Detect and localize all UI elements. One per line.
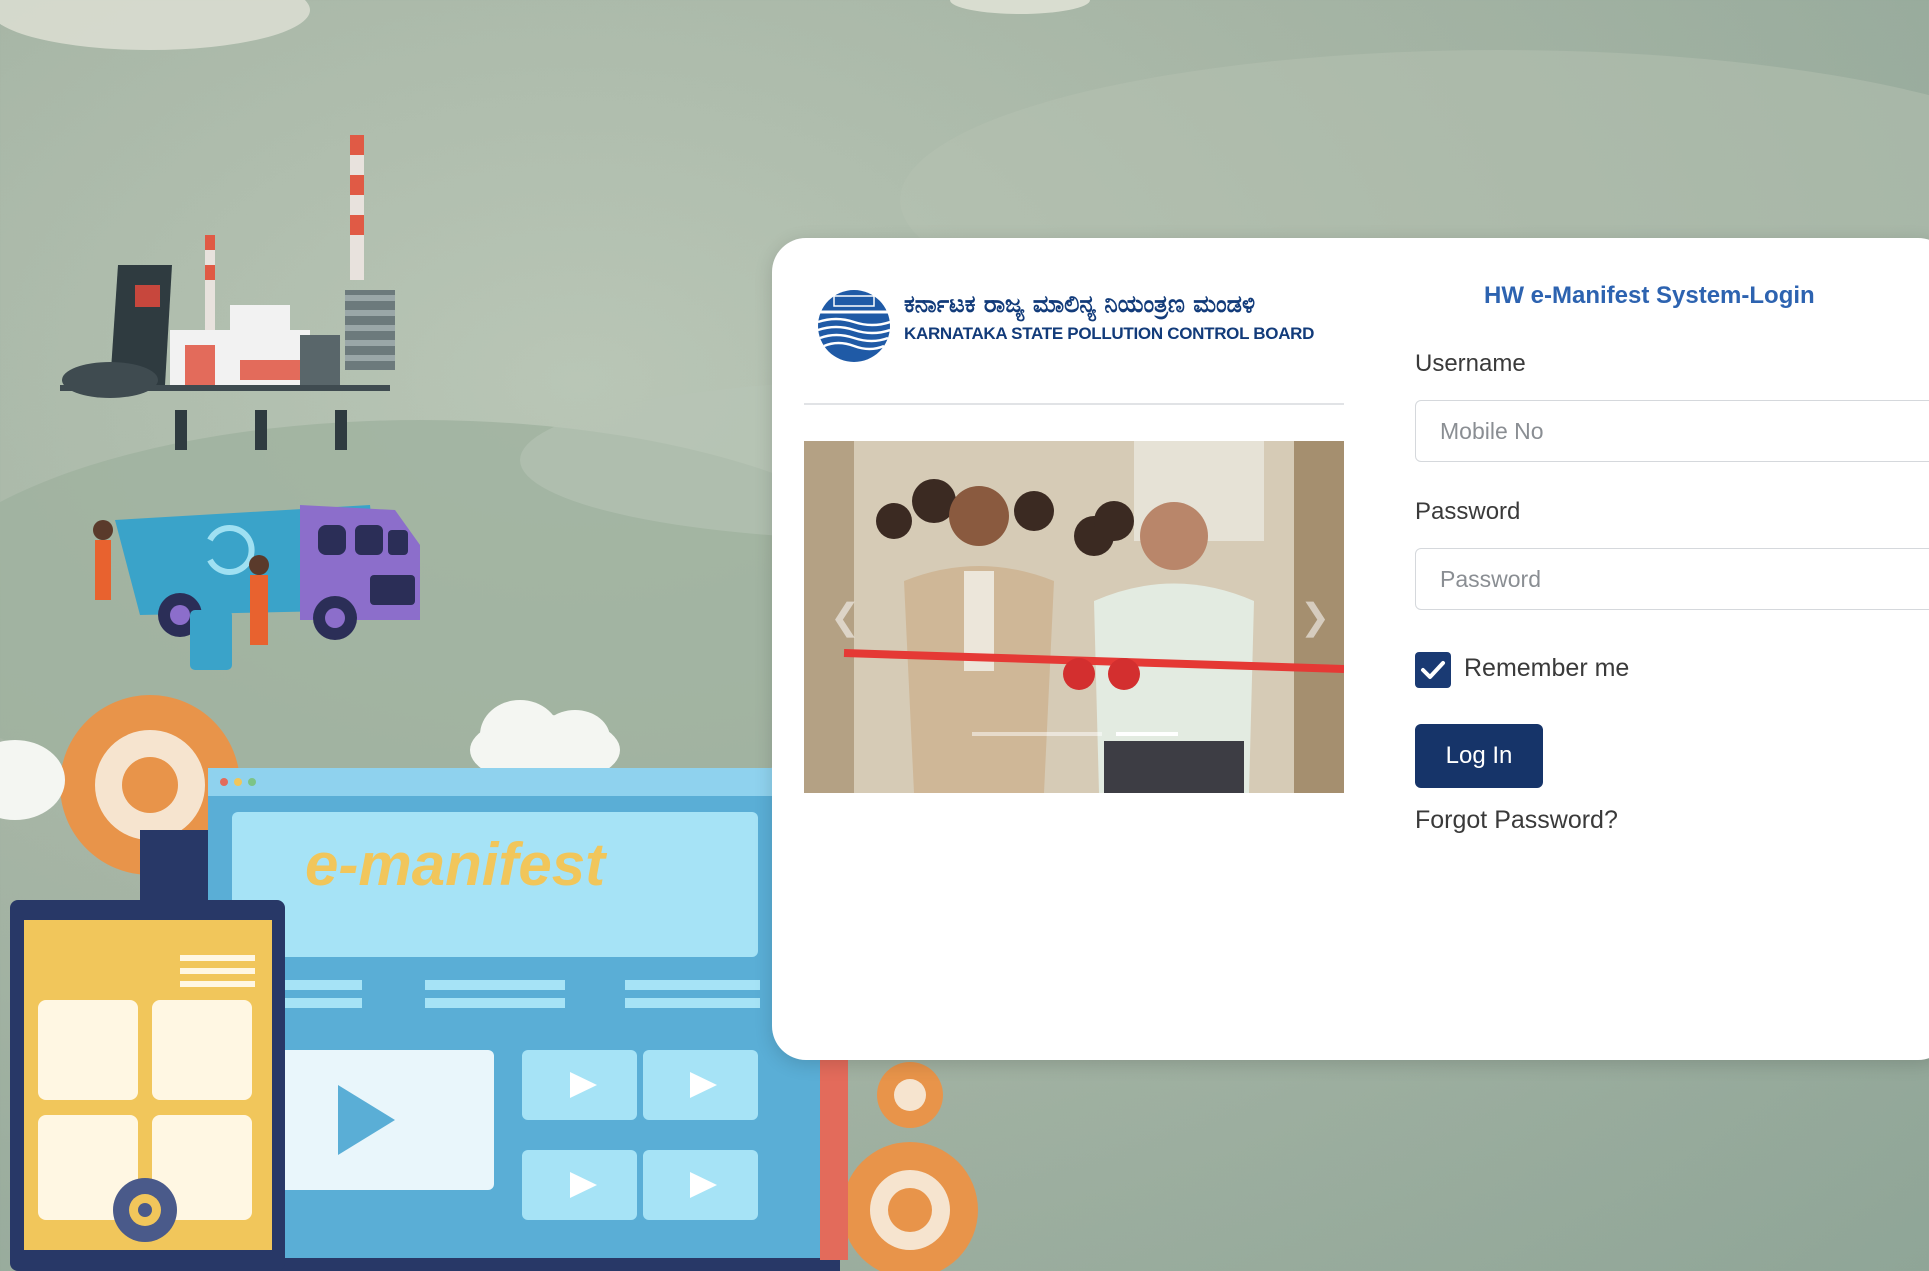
checkmark-icon	[1421, 661, 1445, 679]
kspcb-emblem-icon	[817, 290, 891, 362]
login-button[interactable]: Log In	[1415, 724, 1543, 788]
remember-me-label[interactable]: Remember me	[1464, 654, 1629, 683]
factory-illustration	[60, 135, 395, 450]
username-label: Username	[1415, 350, 1526, 377]
login-card: ಕರ್ನಾಟಕ ರಾಜ್ಯ ಮಾಲಿನ್ಯ ನಿಯಂತ್ರಣ ಮಂಡಳಿ KAR…	[772, 238, 1929, 1060]
photo-carousel[interactable]: ❮ ❯	[804, 441, 1344, 793]
org-name-english: KARNATAKA STATE POLLUTION CONTROL BOARD	[904, 324, 1315, 343]
org-name-kannada: ಕರ್ನಾಟಕ ರಾಜ್ಯ ಮಾಲಿನ್ಯ ನಿಯಂತ್ರಣ ಮಂಡಳಿ	[904, 290, 1256, 318]
carousel-indicator[interactable]	[972, 732, 1102, 736]
carousel-prev-icon[interactable]: ❮	[830, 596, 860, 638]
login-form-title: HW e-Manifest System-Login	[1484, 282, 1815, 309]
remember-me-checkbox[interactable]	[1415, 652, 1451, 688]
emanifest-screen-title: e-manifest	[305, 831, 606, 898]
carousel-photo	[804, 441, 1344, 793]
forgot-password-link[interactable]: Forgot Password?	[1415, 806, 1618, 835]
carousel-indicator-active[interactable]	[1116, 732, 1178, 736]
tablet-illustration	[10, 900, 285, 1271]
carousel-next-icon[interactable]: ❯	[1300, 596, 1330, 638]
kspcb-logo-header: ಕರ್ನಾಟಕ ರಾಜ್ಯ ಮಾಲಿನ್ಯ ನಿಯಂತ್ರಣ ಮಂಡಳಿ KAR…	[814, 282, 1344, 364]
header-divider	[804, 403, 1344, 405]
username-input[interactable]	[1415, 400, 1929, 462]
password-input[interactable]	[1415, 548, 1929, 610]
password-label: Password	[1415, 498, 1521, 525]
